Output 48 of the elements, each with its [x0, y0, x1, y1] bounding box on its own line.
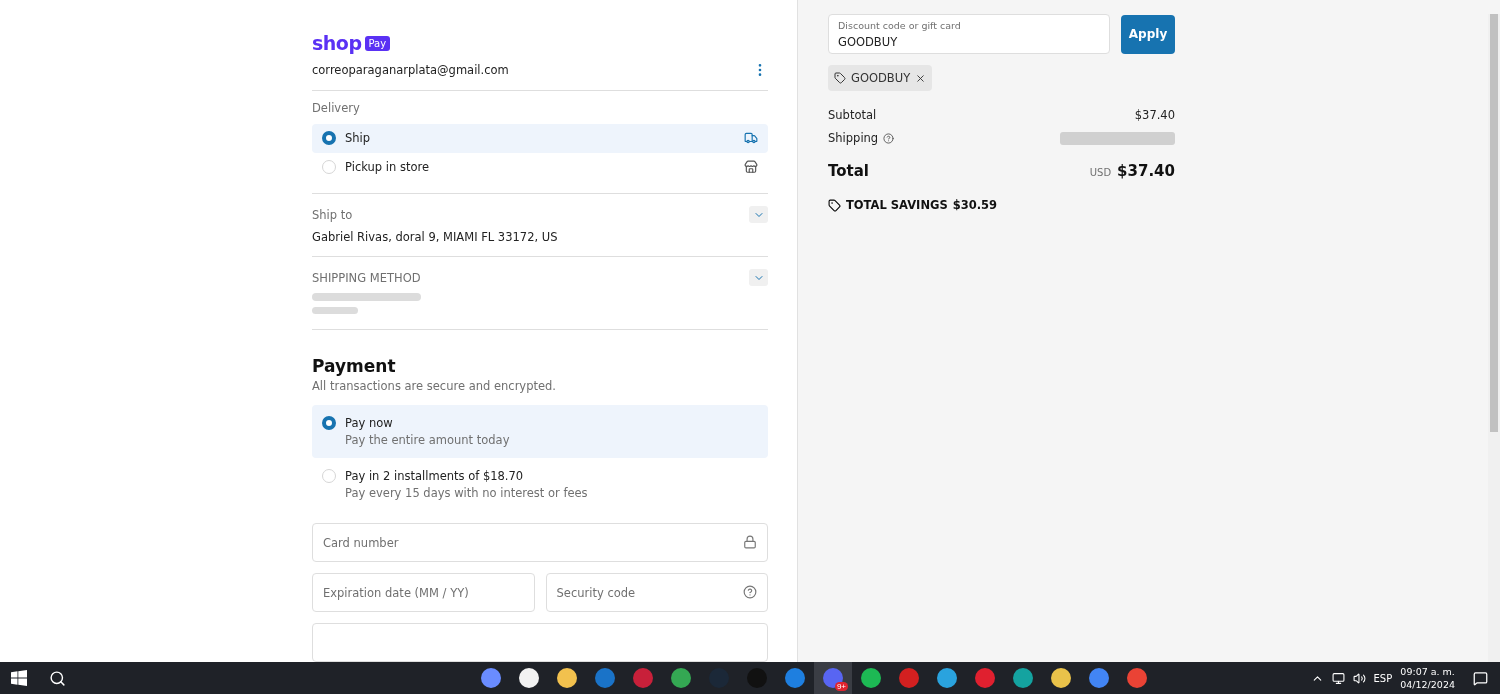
input-field[interactable]: Expiration date (MM / YY) — [312, 573, 535, 612]
payment-option[interactable]: Pay in 2 installments of $18.70 Pay every 15 days with no interest or fees — [312, 458, 768, 511]
total-label: Total — [828, 162, 869, 180]
lock-icon — [743, 535, 757, 549]
input-field[interactable]: Card number — [312, 523, 768, 562]
help-icon — [743, 585, 757, 599]
section-subtitle: All transactions are secure and encrypted. — [312, 379, 557, 393]
windows-logo-icon — [11, 670, 27, 686]
apply-button[interactable]: Apply — [1121, 14, 1175, 54]
tag-icon — [828, 198, 841, 212]
currency-code: USD — [1089, 167, 1112, 178]
input-field[interactable] — [312, 623, 768, 662]
scrollbar[interactable] — [1488, 14, 1500, 662]
notification-badge: 9+ — [834, 682, 848, 691]
subtotal-value: $37.40 — [1134, 108, 1175, 122]
savings-value: $30.59 — [952, 198, 998, 212]
taskbar-app[interactable]: 9+ — [814, 662, 852, 694]
shipping-address: Gabriel Rivas, doral 9, MIAMI FL 33172, US — [312, 230, 559, 245]
shipping-label: Shipping — [828, 131, 879, 145]
volume-icon[interactable] — [1352, 671, 1366, 685]
search-icon — [48, 669, 66, 687]
subtotal-label: Subtotal — [828, 108, 877, 122]
radio-button[interactable] — [322, 131, 336, 146]
tag-icon — [834, 72, 846, 84]
close-icon[interactable] — [915, 72, 927, 84]
language-indicator[interactable]: ESP — [1373, 672, 1393, 684]
network-icon[interactable] — [1331, 671, 1345, 685]
help-icon[interactable] — [883, 132, 895, 144]
payment-option[interactable]: Pay now Pay the entire amount today — [312, 405, 768, 458]
discount-code: GOODBUY — [851, 71, 911, 85]
delivery-option[interactable]: Pickup in store — [312, 152, 768, 182]
field-label: Discount code or gift card — [838, 20, 961, 31]
section-heading: Payment — [312, 356, 397, 376]
savings-label: TOTAL SAVINGS — [846, 198, 948, 212]
truck-icon — [744, 131, 758, 146]
shop-pay-logo: shop Pay — [312, 32, 768, 54]
section-label: Ship to — [312, 207, 353, 222]
store-icon — [744, 160, 758, 175]
clock[interactable]: 09:07 a. m. 04/12/2024 — [1400, 665, 1455, 691]
delivery-option[interactable]: Ship — [312, 123, 768, 153]
radio-button[interactable] — [322, 416, 336, 430]
section-label: SHIPPING METHOD — [312, 270, 421, 285]
loading-placeholder — [312, 306, 358, 315]
total-value: $37.40 — [1117, 162, 1175, 180]
input-field[interactable]: Security code — [545, 573, 768, 612]
section-label: Delivery — [312, 100, 361, 115]
account-email: correoparaganarplata@gmail.com — [312, 63, 509, 77]
notifications-icon[interactable] — [1473, 670, 1488, 686]
